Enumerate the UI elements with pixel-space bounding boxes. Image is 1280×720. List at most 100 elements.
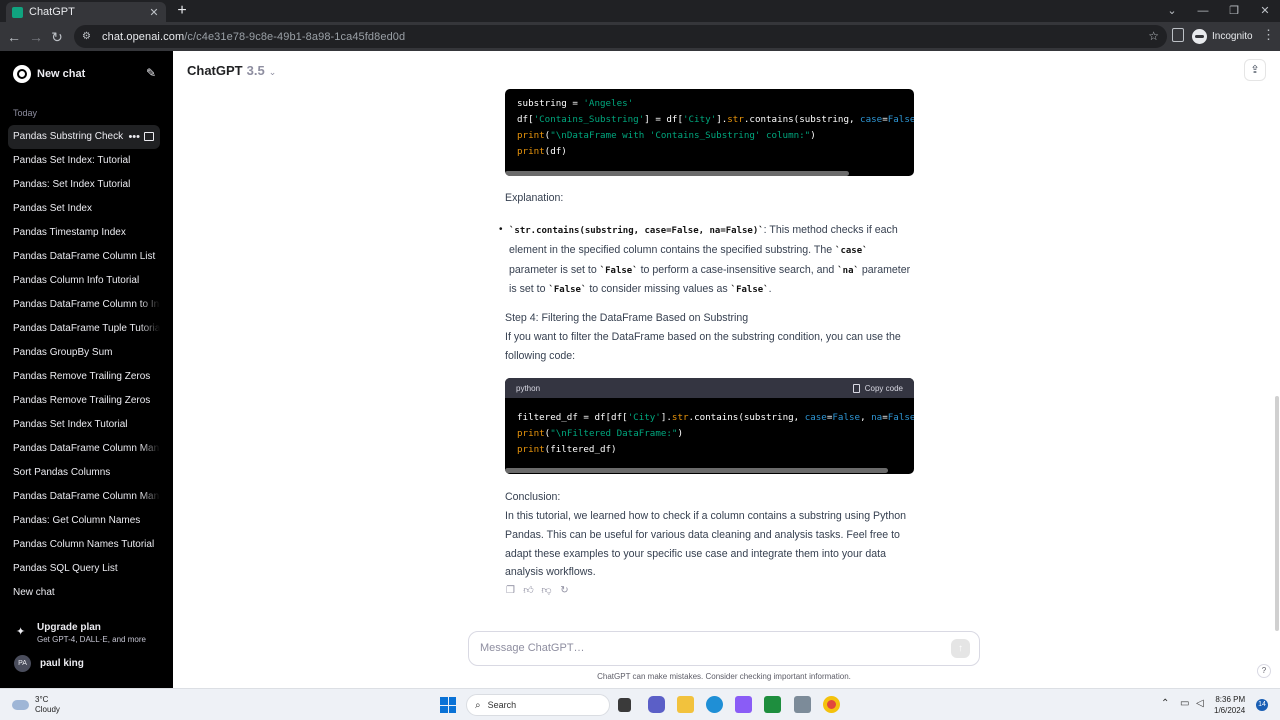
page-scrollbar[interactable] [1275,396,1279,631]
minimize-button[interactable]: — [1191,2,1215,20]
user-menu-button[interactable]: PA paul king [8,651,160,675]
code-scrollbar[interactable] [505,468,888,473]
more-options-icon[interactable]: ••• [128,125,140,149]
history-item-label: Pandas Set Index: Tutorial [13,155,131,166]
side-panel-icon[interactable] [1172,28,1184,42]
vpn-app-icon[interactable] [735,696,752,713]
history-item[interactable]: Pandas Set Index [8,197,160,221]
chrome-icon[interactable] [823,696,840,713]
chevron-up-icon[interactable]: ⌃ [1161,698,1169,709]
weather-text: 3°C Cloudy [35,695,60,715]
restore-button[interactable]: ❐ [1222,2,1246,20]
step4-heading: Step 4: Filtering the DataFrame Based on… [505,312,749,324]
model-selector[interactable]: ChatGPT 3.5 ⌄ [187,63,276,78]
excel-icon[interactable] [764,696,781,713]
copy-icon[interactable]: ❐ [505,585,516,596]
code-line: print("\nFiltered DataFrame:") [517,428,683,439]
clock[interactable]: 8:36 PM 1/6/2024 [1214,694,1245,716]
history-item[interactable]: Pandas Column Info Tutorial [8,269,160,293]
share-button[interactable]: ⇪ [1244,59,1266,81]
history-item[interactable]: Pandas DataFrame Column Mana [8,485,160,509]
history-item-label: Pandas Column Names Tutorial [13,539,155,550]
history-item[interactable]: Pandas DataFrame Column Mana [8,437,160,461]
history-item[interactable]: Pandas Set Index Tutorial [8,413,160,437]
history-item-label: Pandas: Get Column Names [13,515,141,526]
weather-widget[interactable]: 3°C Cloudy [12,695,60,715]
history-item[interactable]: Pandas: Get Column Names [8,509,160,533]
message-composer[interactable]: Message ChatGPT… ↑ [468,631,980,666]
history-item-label: Pandas Timestamp Index [13,227,126,238]
taskbar-search[interactable]: ⌕ Search [466,694,610,716]
browser-menu-icon[interactable]: ⋮ [1262,28,1275,42]
history-item-label: Pandas DataFrame Column Mana [13,443,160,454]
reload-icon[interactable]: ↻ [48,28,66,46]
compose-icon[interactable]: ✎ [146,66,156,80]
message-input[interactable]: Message ChatGPT… [480,642,585,654]
thumbs-down-icon[interactable]: 👎︎ [541,585,552,596]
incognito-icon [1192,28,1207,44]
code-line: df['Contains_Substring'] = df['City'].st… [517,114,914,125]
avatar: PA [14,654,31,672]
copy-code-button[interactable]: Copy code [852,383,903,393]
send-button[interactable]: ↑ [951,639,970,658]
message-actions: ❐ 👍︎ 👎︎ ↻ [505,585,570,596]
weather-condition: Cloudy [35,705,60,714]
conclusion-heading: Conclusion: [505,491,561,503]
code-scrollbar[interactable] [505,171,849,176]
history-item[interactable]: Pandas Timestamp Index [8,221,160,245]
code-block: substring = 'Angeles' df['Contains_Subst… [505,89,914,176]
history-item-label: Pandas DataFrame Tuple Tutorial [13,323,160,334]
browser-tab[interactable]: ChatGPT ✕ [6,2,166,22]
thumbs-up-icon[interactable]: 👍︎ [523,585,534,596]
history-item[interactable]: Pandas: Set Index Tutorial [8,173,160,197]
file-explorer-icon[interactable] [677,696,694,713]
upgrade-title: Upgrade plan [37,622,101,633]
history-item[interactable]: Pandas Remove Trailing Zeros [8,365,160,389]
history-item[interactable]: Pandas GroupBy Sum [8,341,160,365]
history-item[interactable]: Pandas DataFrame Column List [8,245,160,269]
network-icon[interactable]: ▭ [1180,698,1189,709]
help-button[interactable]: ? [1257,664,1271,678]
notification-badge[interactable]: 14 [1256,699,1268,711]
bookmark-star-icon[interactable]: ☆ [1148,29,1159,43]
code-line: print(df) [517,146,567,157]
address-bar[interactable]: ⚙ chat.openai.com/c/c4e31e78-9c8e-49b1-8… [74,25,1167,48]
temperature: 3°C [35,695,49,704]
start-button[interactable] [440,697,456,713]
code-content: filtered_df = df[df['City'].str.contains… [505,398,914,458]
new-chat-button[interactable]: New chat ✎ [8,61,160,87]
close-window-button[interactable]: ✕ [1253,2,1277,20]
history-item[interactable]: Pandas DataFrame Column to Ind [8,293,160,317]
chatgpt-app: New chat ✎ Today Pandas Substring Check … [0,51,1280,688]
close-tab-icon[interactable]: ✕ [148,6,160,19]
app-icon[interactable] [794,696,811,713]
history-item[interactable]: Pandas Column Names Tutorial [8,533,160,557]
regenerate-icon[interactable]: ↻ [559,585,570,596]
history-item[interactable]: Pandas SQL Query List [8,557,160,581]
copy-code-label: Copy code [864,383,903,393]
new-tab-button[interactable]: + [174,2,190,20]
code-language: python [516,383,541,393]
back-icon[interactable]: ← [5,28,23,46]
forward-icon[interactable]: → [27,28,45,46]
upgrade-plan-button[interactable]: ✦ Upgrade plan Get GPT-4, DALL·E, and mo… [8,617,160,645]
volume-icon[interactable]: ◁ [1196,698,1204,709]
history-item[interactable]: Pandas DataFrame Tuple Tutorial [8,317,160,341]
tab-search-icon[interactable]: ⌄ [1160,2,1184,20]
teams-icon[interactable] [648,696,665,713]
site-info-icon[interactable]: ⚙ [82,31,92,42]
incognito-indicator[interactable]: Incognito [1192,26,1253,46]
history-item-label: Pandas Set Index Tutorial [13,419,128,430]
archive-icon[interactable] [144,132,154,141]
edge-icon[interactable] [706,696,723,713]
history-item[interactable]: Pandas Substring Check ••• [8,125,160,149]
history-item[interactable]: Pandas Remove Trailing Zeros [8,389,160,413]
list-item: • `str.contains(substring, case=False, na… [499,224,911,296]
model-name: ChatGPT [187,63,243,78]
history-item-label: Pandas Substring Check [13,131,124,142]
task-view-icon[interactable] [618,698,631,712]
history-item[interactable]: Pandas Set Index: Tutorial [8,149,160,173]
history-item-label: Pandas Set Index [13,203,92,214]
history-item[interactable]: Sort Pandas Columns [8,461,160,485]
history-item[interactable]: New chat [8,581,160,605]
